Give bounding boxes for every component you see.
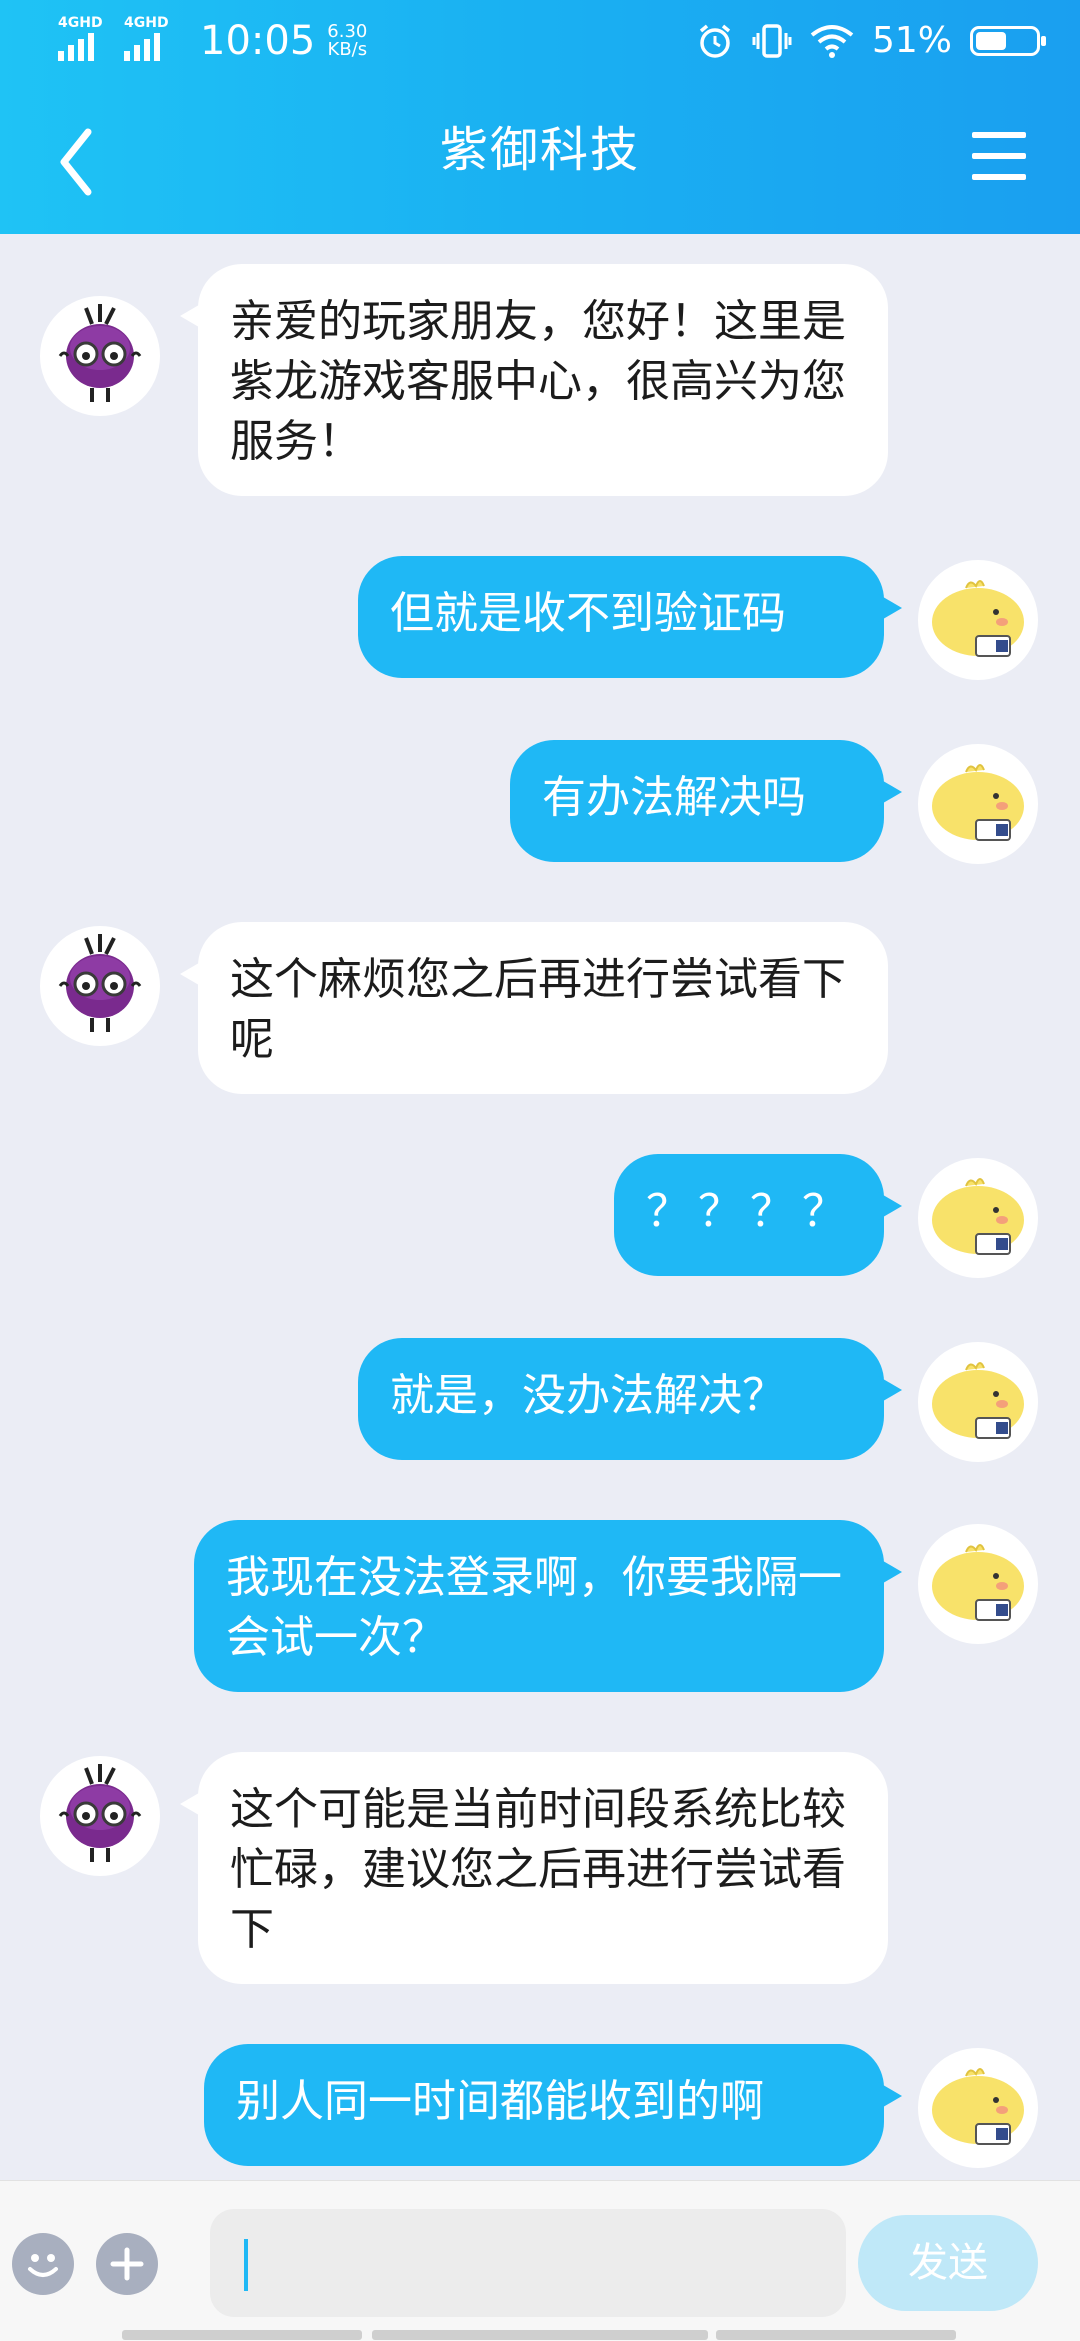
text-cursor	[244, 2239, 248, 2291]
user-message: ？？？？	[0, 1154, 1080, 1280]
network-speed: 6.30 KB/s	[327, 23, 367, 59]
network-type-label: 4GHD	[124, 15, 169, 31]
message-bubble[interactable]: 这个可能是当前时间段系统比较忙碌，建议您之后再进行尝试看下	[180, 1752, 888, 1984]
message-bubble[interactable]: 我现在没法登录啊，你要我隔一会试一次？	[194, 1520, 902, 1692]
agent-message: 亲爱的玩家朋友，您好！这里是紫龙游戏客服中心，很高兴为您服务！	[0, 264, 1080, 504]
send-button[interactable]: 发送	[858, 2215, 1038, 2311]
yellow-chick-icon	[932, 1178, 1024, 1255]
clock: 10:05	[200, 18, 316, 64]
page-title: 紫御科技	[439, 122, 640, 178]
network-speed-unit: KB/s	[327, 39, 368, 60]
wifi-icon	[810, 24, 854, 58]
plus-icon[interactable]	[96, 2233, 158, 2295]
battery-fill	[976, 31, 1006, 50]
agent-avatar[interactable]	[40, 1756, 160, 1876]
user-avatar[interactable]	[918, 1342, 1038, 1462]
message-bubble[interactable]: 别人同一时间都能收到的啊	[204, 2044, 902, 2166]
user-avatar[interactable]	[918, 744, 1038, 864]
input-bar: 发送	[0, 2180, 1080, 2341]
yellow-chick-icon	[932, 764, 1024, 841]
battery-percent: 51%	[871, 20, 952, 61]
app-header: 4GHD 4GHD 10:05 6.30 KB/s 51% 紫御科技	[0, 0, 1080, 234]
user-avatar[interactable]	[918, 2048, 1038, 2168]
chat-area[interactable]: 亲爱的玩家朋友，您好！这里是紫龙游戏客服中心，很高兴为您服务！ 但就是收不到验证…	[0, 234, 1080, 2180]
yellow-chick-icon	[932, 1544, 1024, 1621]
battery-icon	[970, 25, 1046, 56]
user-avatar[interactable]	[918, 1524, 1038, 1644]
gesture-bar	[716, 2330, 956, 2340]
alarm-icon	[699, 24, 731, 58]
hamburger-menu-icon[interactable]	[972, 132, 1026, 180]
network-type-label: 4GHD	[58, 15, 103, 31]
status-bar: 4GHD 4GHD 10:05 6.30 KB/s 51%	[0, 0, 1080, 84]
user-message: 有办法解决吗	[0, 740, 1080, 866]
purple-mascot-icon	[58, 304, 142, 402]
signal-icon: 4GHD	[58, 15, 112, 61]
user-message: 别人同一时间都能收到的啊	[0, 2044, 1080, 2170]
agent-message: 这个可能是当前时间段系统比较忙碌，建议您之后再进行尝试看下	[0, 1752, 1080, 1992]
gesture-bar	[372, 2330, 708, 2340]
yellow-chick-icon	[932, 2068, 1024, 2145]
purple-mascot-icon	[58, 934, 142, 1032]
purple-mascot-icon	[58, 1764, 142, 1862]
yellow-chick-icon	[932, 580, 1024, 657]
agent-message: 这个麻烦您之后再进行尝试看下呢	[0, 922, 1080, 1102]
message-input[interactable]	[210, 2209, 846, 2317]
yellow-chick-icon	[932, 1362, 1024, 1439]
smiley-icon[interactable]	[12, 2233, 74, 2295]
signal-icon: 4GHD	[124, 15, 178, 61]
gesture-bar	[122, 2330, 362, 2340]
message-bubble[interactable]: 就是，没办法解决？	[358, 1338, 902, 1460]
message-bubble[interactable]: 但就是收不到验证码	[358, 556, 902, 678]
vibrate-icon	[752, 23, 792, 58]
message-bubble[interactable]: 亲爱的玩家朋友，您好！这里是紫龙游戏客服中心，很高兴为您服务！	[180, 264, 888, 496]
agent-avatar[interactable]	[40, 926, 160, 1046]
message-bubble[interactable]: ？？？？	[614, 1154, 902, 1276]
user-avatar[interactable]	[918, 560, 1038, 680]
message-bubble[interactable]: 有办法解决吗	[510, 740, 902, 862]
user-avatar[interactable]	[918, 1158, 1038, 1278]
user-message: 我现在没法登录啊，你要我隔一会试一次？	[0, 1520, 1080, 1696]
agent-avatar[interactable]	[40, 296, 160, 416]
user-message: 但就是收不到验证码	[0, 556, 1080, 682]
user-message: 就是，没办法解决？	[0, 1338, 1080, 1464]
message-bubble[interactable]: 这个麻烦您之后再进行尝试看下呢	[180, 922, 888, 1094]
